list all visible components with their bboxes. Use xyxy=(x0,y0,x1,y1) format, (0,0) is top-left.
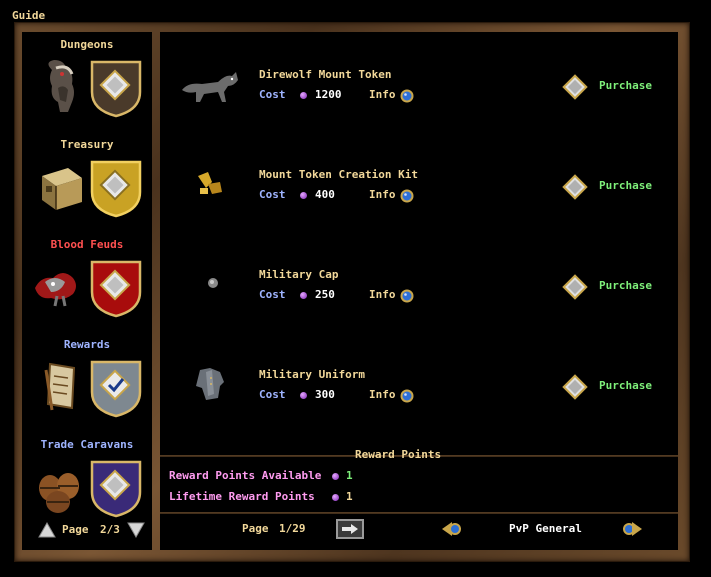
reward-point-gem-icon xyxy=(300,92,307,99)
item-info-label: Info xyxy=(369,288,396,301)
treasury-shield-icon[interactable] xyxy=(90,158,142,218)
reward-point-gem-icon xyxy=(300,392,307,399)
military-uniform-icon xyxy=(196,368,224,400)
category-title: Dungeons xyxy=(60,38,114,51)
category-selector-label: PvP General xyxy=(509,522,582,535)
rewards-panel: Direwolf Mount Token Cost 1200 Info Purc… xyxy=(160,32,678,550)
item-cost-label: Cost xyxy=(259,88,286,101)
category-trade-caravans[interactable]: Trade Caravans xyxy=(22,432,152,532)
reward-item: Military Uniform Cost 300 Info Purchase xyxy=(160,332,678,432)
purchase-button[interactable]: Purchase xyxy=(599,279,652,292)
category-treasury[interactable]: Treasury xyxy=(22,132,152,232)
rewards-shield-icon[interactable] xyxy=(90,358,142,418)
purchase-gem-icon[interactable] xyxy=(560,272,590,302)
item-name: Military Uniform xyxy=(259,368,365,381)
item-cost-label: Cost xyxy=(259,188,286,201)
blood-feud-beast-icon xyxy=(35,273,76,307)
category-title: Trade Caravans xyxy=(40,438,134,451)
purchase-button[interactable]: Purchase xyxy=(599,79,652,92)
info-gem-icon[interactable] xyxy=(400,189,414,203)
category-title: Blood Feuds xyxy=(50,238,124,251)
direwolf-icon xyxy=(182,72,238,102)
category-dungeons[interactable]: Dungeons xyxy=(22,32,152,132)
arrow-right-icon xyxy=(342,524,358,534)
footer-page-label: Page xyxy=(242,522,269,535)
mount-token-kit-icon xyxy=(198,172,222,194)
footer-page-value: 1/29 xyxy=(279,522,306,535)
reward-points-available-value: 1 xyxy=(346,469,353,482)
purchase-gem-icon[interactable] xyxy=(560,172,590,202)
item-name: Military Cap xyxy=(259,268,339,281)
page-down-arrow-icon[interactable] xyxy=(127,522,145,538)
dungeon-creature-icon xyxy=(48,60,74,112)
category-title: Rewards xyxy=(63,338,111,351)
guide-label: Guide xyxy=(12,9,46,22)
purchase-gem-icon[interactable] xyxy=(560,372,590,402)
lifetime-reward-points-label: Lifetime Reward Points xyxy=(169,490,315,503)
item-cost-label: Cost xyxy=(259,288,286,301)
reward-point-gem-icon xyxy=(300,292,307,299)
footer-divider xyxy=(160,512,678,514)
item-info-label: Info xyxy=(369,188,396,201)
military-cap-icon xyxy=(208,278,218,288)
info-gem-icon[interactable] xyxy=(400,389,414,403)
category-blood-feuds[interactable]: Blood Feuds xyxy=(22,232,152,332)
reward-point-gem-icon xyxy=(332,473,339,480)
info-gem-icon[interactable] xyxy=(400,289,414,303)
lifetime-reward-points-value: 1 xyxy=(346,490,353,503)
category-rewards[interactable]: Rewards xyxy=(22,332,152,432)
reward-point-gem-icon xyxy=(300,192,307,199)
item-info-label: Info xyxy=(369,88,396,101)
sidebar-page-nav: Page 2/3 xyxy=(22,520,152,542)
item-cost-label: Cost xyxy=(259,388,286,401)
dungeons-shield-icon[interactable] xyxy=(90,58,142,118)
treasure-chest-icon xyxy=(42,168,82,210)
reward-points-available-label: Reward Points Available xyxy=(169,469,322,482)
reward-scroll-icon xyxy=(44,362,76,411)
trade-caravans-shield-icon[interactable] xyxy=(90,458,142,518)
barrels-icon xyxy=(39,473,79,513)
purchase-gem-icon[interactable] xyxy=(560,72,590,102)
item-cost-value: 300 xyxy=(315,388,335,401)
item-cost-value: 250 xyxy=(315,288,335,301)
reward-points-title: Reward Points xyxy=(355,448,442,461)
item-cost-value: 1200 xyxy=(315,88,342,101)
previous-category-gem-icon[interactable] xyxy=(442,520,464,538)
reward-point-gem-icon xyxy=(332,494,339,501)
blood-feuds-shield-icon[interactable] xyxy=(90,258,142,318)
sidebar-page-value: 2/3 xyxy=(100,523,120,536)
page-up-arrow-icon[interactable] xyxy=(38,522,56,538)
next-page-button[interactable] xyxy=(336,519,364,539)
category-sidebar: Dungeons Treasury Blood Feuds Rewards Tr… xyxy=(22,32,152,550)
item-info-label: Info xyxy=(369,388,396,401)
reward-item: Direwolf Mount Token Cost 1200 Info Purc… xyxy=(160,32,678,132)
next-category-gem-icon[interactable] xyxy=(620,520,642,538)
purchase-button[interactable]: Purchase xyxy=(599,179,652,192)
reward-item: Mount Token Creation Kit Cost 400 Info P… xyxy=(160,132,678,232)
purchase-button[interactable]: Purchase xyxy=(599,379,652,392)
item-name: Mount Token Creation Kit xyxy=(259,168,418,181)
item-cost-value: 400 xyxy=(315,188,335,201)
item-name: Direwolf Mount Token xyxy=(259,68,392,81)
reward-item: Military Cap Cost 250 Info Purchase xyxy=(160,232,678,332)
category-title: Treasury xyxy=(60,138,114,151)
info-gem-icon[interactable] xyxy=(400,89,414,103)
sidebar-page-label: Page xyxy=(62,523,89,536)
